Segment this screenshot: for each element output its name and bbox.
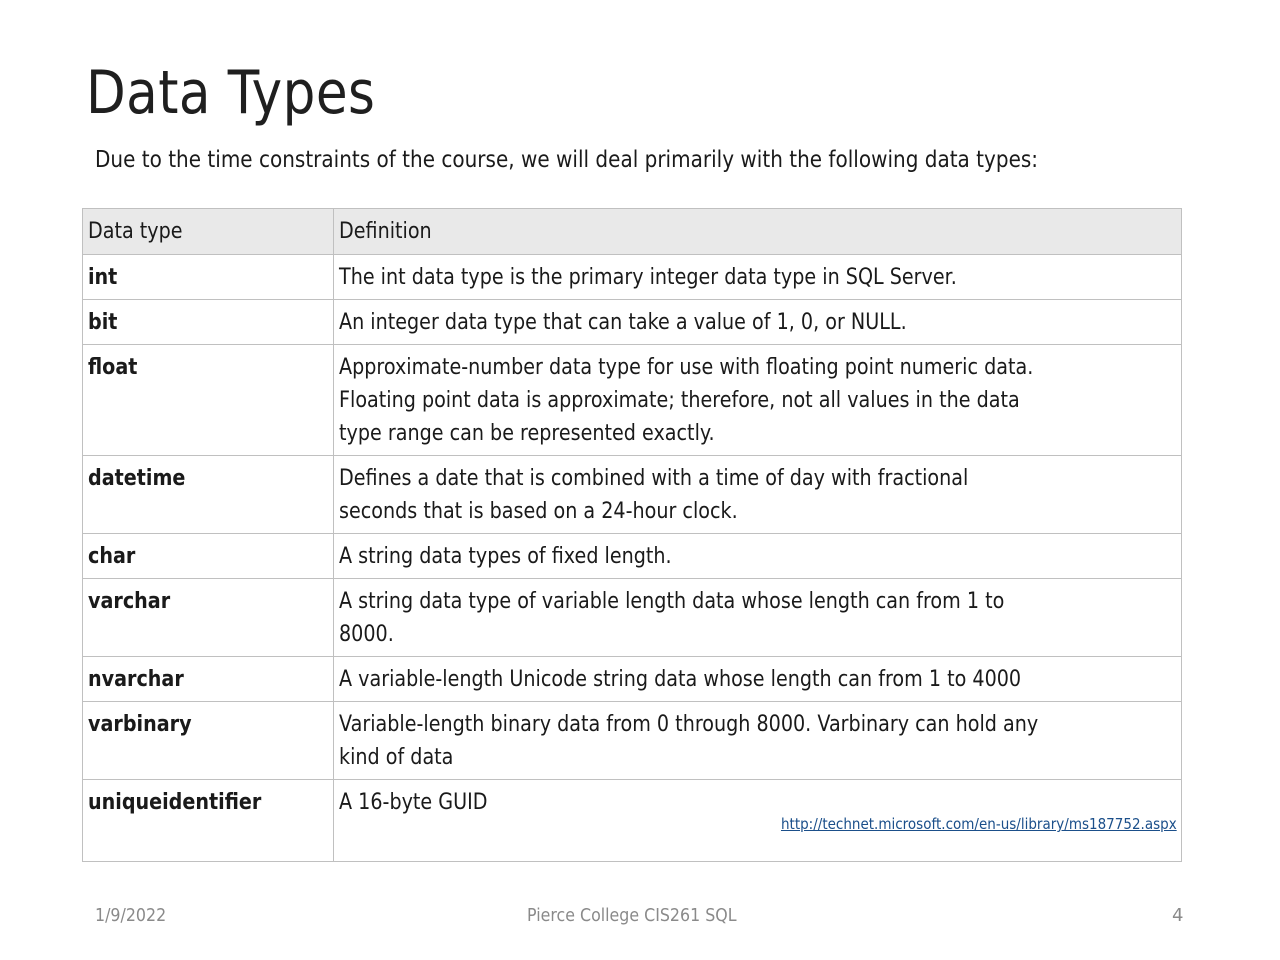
table-row: varchar A string data type of variable le… — [81, 578, 1182, 657]
definition-line: A 16-byte GUID — [339, 790, 488, 815]
footer-date: 1/9/2022 — [95, 905, 167, 926]
cell-definition: Variable-length binary data from 0 throu… — [333, 701, 1182, 780]
definition-line: A string data type of variable length da… — [339, 589, 1005, 614]
definition-line: Defines a date that is combined with a t… — [339, 466, 969, 491]
header-definition: Definition — [333, 208, 1182, 255]
cell-definition: Approximate-number data type for use wit… — [333, 344, 1182, 456]
header-data-type: Data type — [81, 208, 335, 255]
cell-definition: Defines a date that is combined with a t… — [333, 455, 1182, 534]
cell-data-type: bit — [81, 299, 335, 345]
cell-data-type: nvarchar — [81, 656, 335, 702]
definition-line: type range can be represented exactly. — [339, 421, 716, 446]
cell-definition: A string data type of variable length da… — [333, 578, 1182, 657]
table-row: uniqueidentifier A 16-byte GUID http://tec… — [81, 779, 1182, 862]
slide-subtitle: Due to the time constraints of the cours… — [95, 147, 1039, 173]
cell-data-type: varbinary — [81, 701, 335, 780]
cell-definition: A 16-byte GUID http://technet.microsoft.c… — [333, 779, 1182, 862]
cell-definition: The int data type is the primary integer… — [333, 254, 1182, 300]
definition-line: Variable-length binary data from 0 throu… — [339, 712, 1039, 737]
definition-line: An integer data type that can take a val… — [339, 310, 908, 335]
cell-definition: A variable-length Unicode string data wh… — [333, 656, 1182, 702]
table-header-row: Data type Definition — [81, 208, 1182, 255]
source-link[interactable]: http://technet.microsoft.com/en-us/libra… — [781, 808, 1177, 841]
cell-data-type: varchar — [81, 578, 335, 657]
cell-data-type: int — [81, 254, 335, 300]
cell-data-type: float — [81, 344, 335, 456]
definition-line: Approximate-number data type for use wit… — [339, 355, 1034, 380]
cell-definition: An integer data type that can take a val… — [333, 299, 1182, 345]
definition-line: The int data type is the primary integer… — [339, 265, 958, 290]
data-types-table: Data type Definition int The int data typ… — [81, 208, 1182, 862]
cell-data-type: datetime — [81, 455, 335, 534]
definition-line: seconds that is based on a 24-hour clock… — [339, 499, 739, 524]
footer-course: Pierce College CIS261 SQL — [527, 905, 737, 926]
definition-line: A string data types of fixed length. — [339, 544, 673, 569]
footer-page-number: 4 — [1172, 905, 1184, 926]
cell-data-type: uniqueidentifier — [81, 779, 335, 862]
slide-title: Data Types — [86, 58, 376, 128]
table-row: datetime Defines a date that is combined … — [81, 455, 1182, 534]
table-row: bit An integer data type that can take a … — [81, 299, 1182, 345]
definition-line: Floating point data is approximate; ther… — [339, 388, 1021, 413]
table-row: varbinary Variable-length binary data fro… — [81, 701, 1182, 780]
cell-data-type: char — [81, 533, 335, 579]
cell-definition: A string data types of fixed length. — [333, 533, 1182, 579]
table-row: char A string data types of fixed length. — [81, 533, 1182, 579]
table-row: float Approximate-number data type for us… — [81, 344, 1182, 456]
table-row: int The int data type is the primary inte… — [81, 254, 1182, 300]
table-row: nvarchar A variable-length Unicode string… — [81, 656, 1182, 702]
definition-line: 8000. — [339, 622, 395, 647]
definition-line: A variable-length Unicode string data wh… — [339, 667, 1022, 692]
definition-line: kind of data — [339, 745, 454, 770]
